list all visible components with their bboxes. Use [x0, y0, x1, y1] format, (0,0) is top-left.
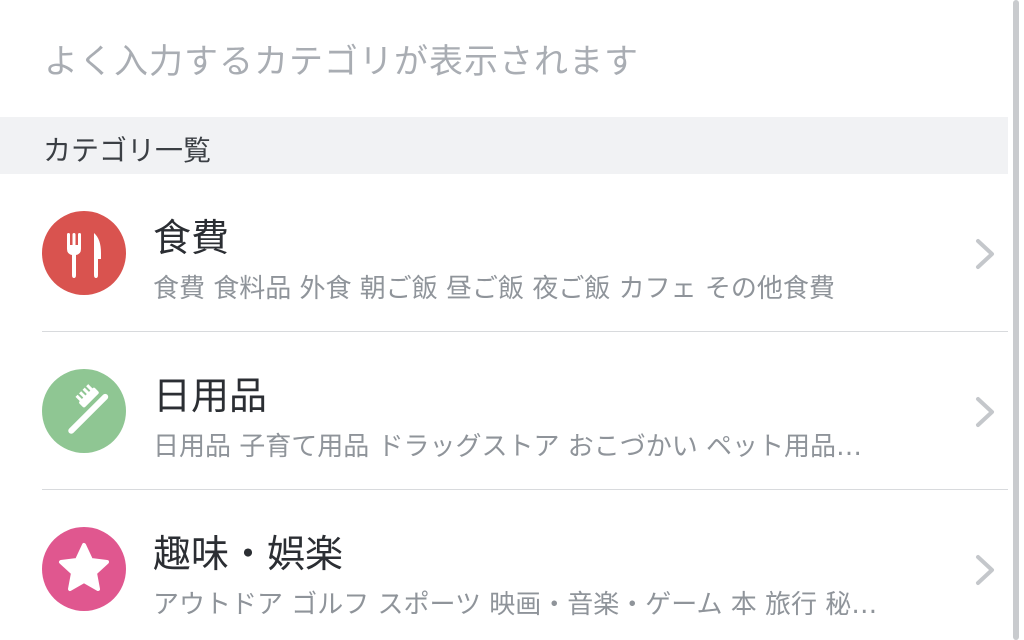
category-row-hobby[interactable]: 趣味・娯楽 アウトドア ゴルフ スポーツ 映画・音楽・ゲーム 本 旅行 秘… [0, 490, 1008, 640]
chevron-right-icon [976, 555, 994, 585]
category-title: 趣味・娯楽 [153, 532, 344, 576]
toothbrush-icon [42, 369, 126, 453]
category-title: 日用品 [153, 374, 268, 418]
section-title: カテゴリ一覧 [43, 134, 212, 167]
category-title: 食費 [153, 216, 230, 260]
star-icon [42, 527, 126, 611]
category-row-food[interactable]: 食費 食費 食料品 外食 朝ご飯 昼ご飯 夜ご飯 カフェ その他食費 [0, 174, 1008, 331]
scrollbar[interactable] [1008, 0, 1024, 640]
fork-knife-icon [42, 211, 126, 295]
section-header: カテゴリ一覧 [0, 117, 1008, 174]
scrollbar-thumb[interactable] [1013, 0, 1019, 640]
subcategory-list: アウトドア ゴルフ スポーツ 映画・音楽・ゲーム 本 旅行 秘… [153, 590, 878, 620]
chevron-right-icon [976, 239, 994, 269]
category-screen: よく入力するカテゴリが表示されます カテゴリ一覧 食費 食費 食料品 外食 朝ご… [0, 0, 1024, 640]
chevron-right-icon [976, 397, 994, 427]
subcategory-list: 日用品 子育て用品 ドラッグストア おこづかい ペット用品… [153, 432, 863, 462]
category-row-daily-goods[interactable]: 日用品 日用品 子育て用品 ドラッグストア おこづかい ペット用品… [0, 332, 1008, 489]
frequent-categories-hint: よく入力するカテゴリが表示されます [44, 42, 639, 82]
subcategory-list: 食費 食料品 外食 朝ご飯 昼ご飯 夜ご飯 カフェ その他食費 [153, 274, 835, 304]
